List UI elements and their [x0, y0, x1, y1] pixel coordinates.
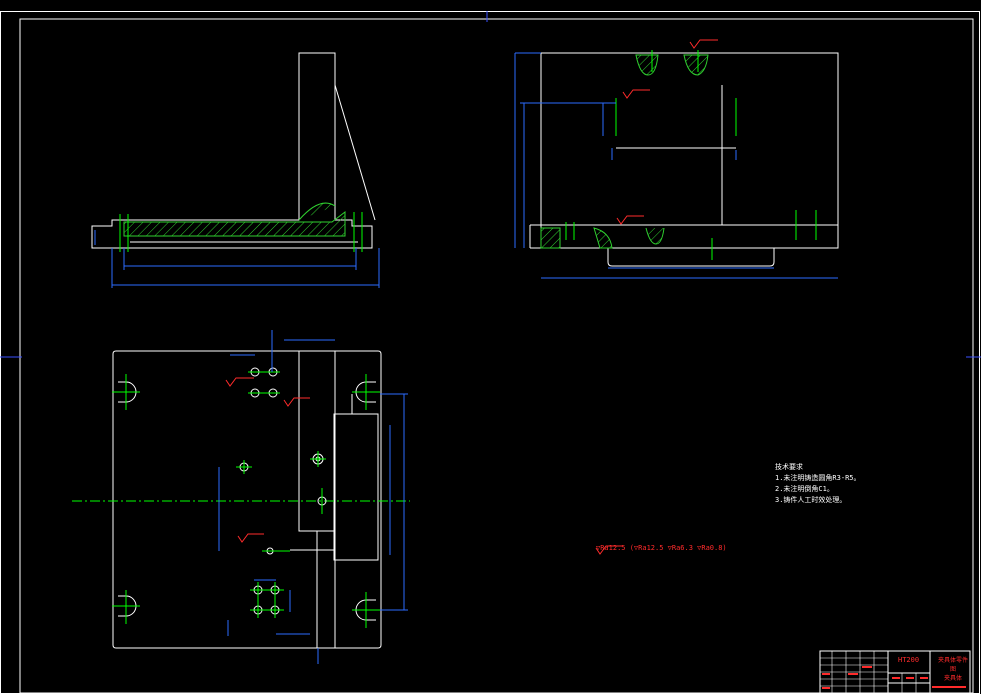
roughness-symbols: [225, 39, 718, 555]
front-view: [91, 52, 380, 288]
requirement-item-2: 2.未注明倒角C1。: [775, 485, 834, 493]
drawing-name-line2: 夹具体: [943, 675, 962, 682]
top-view-centerlines: [112, 371, 380, 628]
technical-requirements-heading: 技术要求: [775, 463, 803, 471]
requirement-item-1: 1.未注明铸造圆角R3-R5。: [775, 474, 861, 482]
side-view-centerlines: [565, 50, 817, 260]
drawing-name: 夹具体零件图 夹具体: [936, 656, 970, 683]
material-label: HT200: [898, 656, 920, 664]
requirement-item-3: 3.铸件人工时效处理。: [775, 496, 847, 504]
top-view: [72, 330, 410, 664]
side-view-dimensions: [514, 52, 838, 279]
front-view-dimensions: [94, 230, 380, 288]
side-view: [514, 50, 839, 279]
drawing-name-line1: 夹具体零件图: [937, 657, 968, 673]
surface-finish-note: ▽Ra12.5 (▽Ra12.5 ▽Ra6.3 ▽Ra0.8): [596, 544, 727, 552]
cad-drawing-sheet: [0, 11, 981, 694]
drawing-frame: [0, 11, 981, 694]
technical-requirements: 技术要求 1.未注明铸造圆角R3-R5。 2.未注明倒角C1。 3.铸件人工时效…: [775, 462, 861, 506]
top-view-dimensions: [218, 330, 408, 664]
bolt-holes: [239, 367, 327, 615]
section-hatch: [123, 210, 346, 237]
